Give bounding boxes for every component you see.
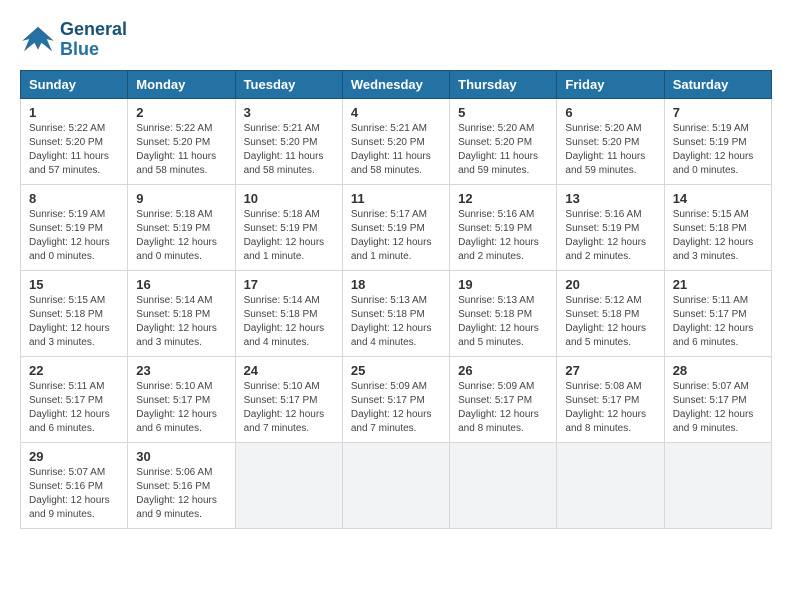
calendar-week-1: 1Sunrise: 5:22 AMSunset: 5:20 PMDaylight… — [21, 98, 772, 184]
header-tuesday: Tuesday — [235, 70, 342, 98]
calendar-day-5: 5Sunrise: 5:20 AMSunset: 5:20 PMDaylight… — [450, 98, 557, 184]
calendar-day-25: 25Sunrise: 5:09 AMSunset: 5:17 PMDayligh… — [342, 356, 449, 442]
calendar-day-21: 21Sunrise: 5:11 AMSunset: 5:17 PMDayligh… — [664, 270, 771, 356]
calendar-week-2: 8Sunrise: 5:19 AMSunset: 5:19 PMDaylight… — [21, 184, 772, 270]
calendar-day-30: 30Sunrise: 5:06 AMSunset: 5:16 PMDayligh… — [128, 442, 235, 528]
header-saturday: Saturday — [664, 70, 771, 98]
calendar-day-12: 12Sunrise: 5:16 AMSunset: 5:19 PMDayligh… — [450, 184, 557, 270]
calendar-day-4: 4Sunrise: 5:21 AMSunset: 5:20 PMDaylight… — [342, 98, 449, 184]
header-thursday: Thursday — [450, 70, 557, 98]
calendar-week-5: 29Sunrise: 5:07 AMSunset: 5:16 PMDayligh… — [21, 442, 772, 528]
calendar-day-empty — [235, 442, 342, 528]
calendar-day-18: 18Sunrise: 5:13 AMSunset: 5:18 PMDayligh… — [342, 270, 449, 356]
header-sunday: Sunday — [21, 70, 128, 98]
calendar-day-empty — [664, 442, 771, 528]
calendar-day-empty — [450, 442, 557, 528]
logo-icon — [20, 25, 56, 55]
calendar-day-26: 26Sunrise: 5:09 AMSunset: 5:17 PMDayligh… — [450, 356, 557, 442]
calendar-day-empty — [342, 442, 449, 528]
calendar-day-empty — [557, 442, 664, 528]
calendar-day-10: 10Sunrise: 5:18 AMSunset: 5:19 PMDayligh… — [235, 184, 342, 270]
calendar-day-15: 15Sunrise: 5:15 AMSunset: 5:18 PMDayligh… — [21, 270, 128, 356]
calendar-day-3: 3Sunrise: 5:21 AMSunset: 5:20 PMDaylight… — [235, 98, 342, 184]
calendar-day-24: 24Sunrise: 5:10 AMSunset: 5:17 PMDayligh… — [235, 356, 342, 442]
header-wednesday: Wednesday — [342, 70, 449, 98]
calendar-day-8: 8Sunrise: 5:19 AMSunset: 5:19 PMDaylight… — [21, 184, 128, 270]
calendar-day-17: 17Sunrise: 5:14 AMSunset: 5:18 PMDayligh… — [235, 270, 342, 356]
calendar-day-23: 23Sunrise: 5:10 AMSunset: 5:17 PMDayligh… — [128, 356, 235, 442]
header-monday: Monday — [128, 70, 235, 98]
calendar-day-2: 2Sunrise: 5:22 AMSunset: 5:20 PMDaylight… — [128, 98, 235, 184]
calendar-day-16: 16Sunrise: 5:14 AMSunset: 5:18 PMDayligh… — [128, 270, 235, 356]
calendar-day-11: 11Sunrise: 5:17 AMSunset: 5:19 PMDayligh… — [342, 184, 449, 270]
calendar-day-9: 9Sunrise: 5:18 AMSunset: 5:19 PMDaylight… — [128, 184, 235, 270]
calendar-day-13: 13Sunrise: 5:16 AMSunset: 5:19 PMDayligh… — [557, 184, 664, 270]
calendar-table: SundayMondayTuesdayWednesdayThursdayFrid… — [20, 70, 772, 529]
calendar-day-27: 27Sunrise: 5:08 AMSunset: 5:17 PMDayligh… — [557, 356, 664, 442]
calendar-day-20: 20Sunrise: 5:12 AMSunset: 5:18 PMDayligh… — [557, 270, 664, 356]
calendar-week-4: 22Sunrise: 5:11 AMSunset: 5:17 PMDayligh… — [21, 356, 772, 442]
logo-text: General Blue — [60, 20, 127, 60]
logo: General Blue — [20, 20, 127, 60]
header-friday: Friday — [557, 70, 664, 98]
calendar-day-22: 22Sunrise: 5:11 AMSunset: 5:17 PMDayligh… — [21, 356, 128, 442]
calendar-header-row: SundayMondayTuesdayWednesdayThursdayFrid… — [21, 70, 772, 98]
calendar-week-3: 15Sunrise: 5:15 AMSunset: 5:18 PMDayligh… — [21, 270, 772, 356]
calendar-day-28: 28Sunrise: 5:07 AMSunset: 5:17 PMDayligh… — [664, 356, 771, 442]
calendar-day-29: 29Sunrise: 5:07 AMSunset: 5:16 PMDayligh… — [21, 442, 128, 528]
calendar-day-19: 19Sunrise: 5:13 AMSunset: 5:18 PMDayligh… — [450, 270, 557, 356]
calendar-day-1: 1Sunrise: 5:22 AMSunset: 5:20 PMDaylight… — [21, 98, 128, 184]
calendar-day-7: 7Sunrise: 5:19 AMSunset: 5:19 PMDaylight… — [664, 98, 771, 184]
header: General Blue — [20, 20, 772, 60]
calendar-day-6: 6Sunrise: 5:20 AMSunset: 5:20 PMDaylight… — [557, 98, 664, 184]
calendar-day-14: 14Sunrise: 5:15 AMSunset: 5:18 PMDayligh… — [664, 184, 771, 270]
